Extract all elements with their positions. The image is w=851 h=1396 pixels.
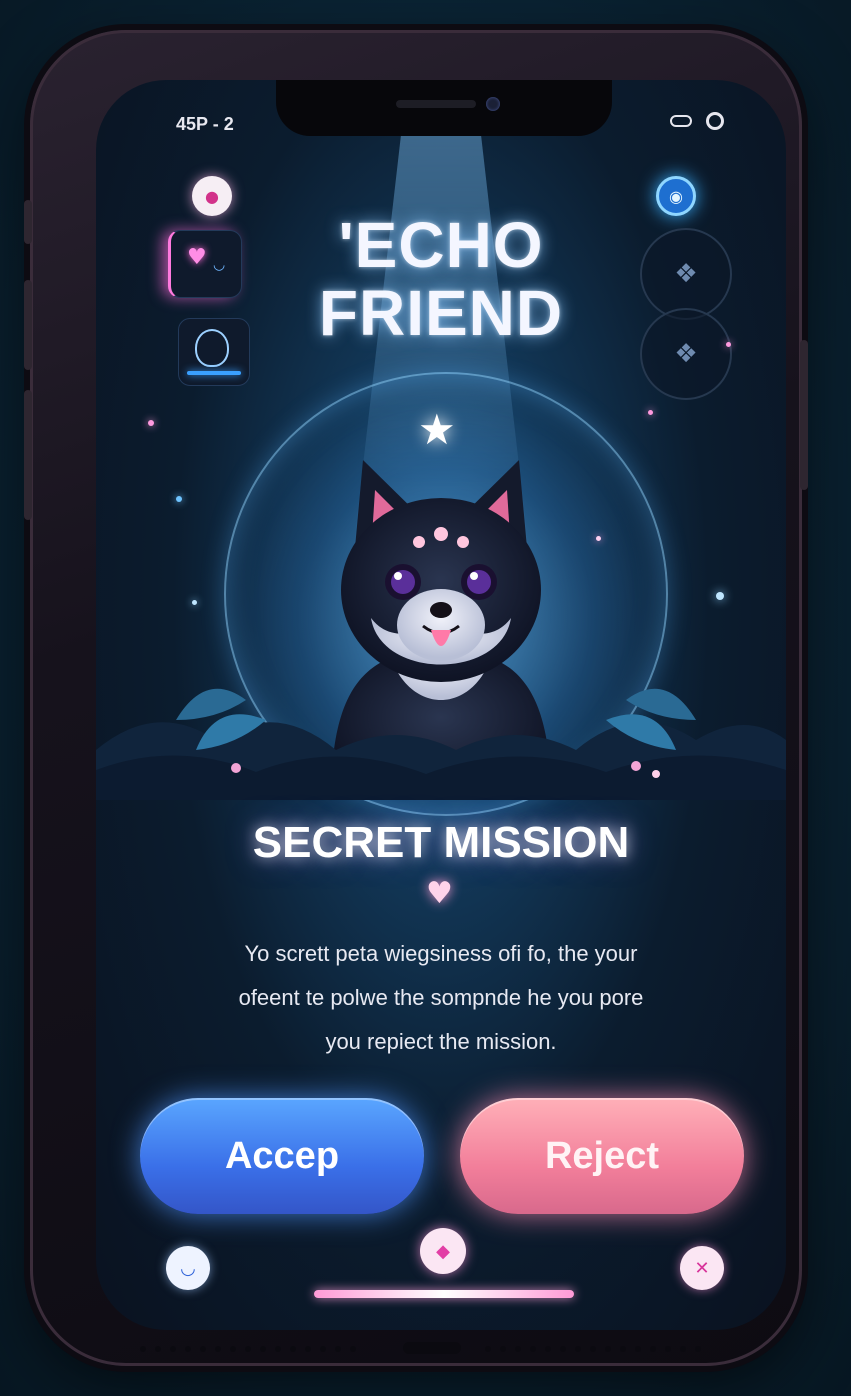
heart-icon: ♥	[426, 876, 453, 911]
power-button	[800, 340, 808, 490]
accept-button[interactable]: Accep	[140, 1098, 424, 1214]
progress-bar	[187, 371, 241, 375]
charging-port	[403, 1342, 461, 1354]
profile-icon: ●	[205, 186, 219, 206]
close-nav-button[interactable]: ✕	[680, 1246, 724, 1290]
volume-down-button	[24, 390, 32, 520]
front-camera	[486, 97, 500, 111]
silent-switch	[24, 200, 32, 244]
battery-icon	[670, 115, 692, 127]
notch	[276, 80, 612, 136]
earpiece-speaker	[396, 100, 476, 108]
close-icon: ✕	[694, 1257, 710, 1279]
sparkle	[726, 342, 731, 347]
mission-title: SECRET MISSION	[252, 818, 630, 867]
mission-description-line1: Yo scrett peta wiegsiness ofi fo, the yo…	[244, 941, 638, 966]
chat-nav-button[interactable]: ◆	[420, 1228, 466, 1274]
speaker-grill-right	[485, 1346, 701, 1352]
app-title-line1: 'ECHO	[338, 209, 544, 281]
app-screen: 45P - 2 ● ◉ ♥ ◡ ❖ ❖ 'ECHO FRIEND ★ SECRE…	[96, 80, 786, 1330]
notification-icon: ◉	[669, 186, 683, 206]
home-nav-button[interactable]: ◡	[166, 1246, 210, 1290]
reject-button[interactable]: Reject	[460, 1098, 744, 1214]
sparkle	[192, 600, 197, 605]
phone-frame: 45P - 2 ● ◉ ♥ ◡ ❖ ❖ 'ECHO FRIEND ★ SECRE…	[24, 30, 808, 1366]
sparkle	[596, 536, 601, 541]
chat-icon: ◆	[436, 1240, 450, 1262]
mission-description-line3: you repiect the mission.	[325, 1029, 557, 1054]
mission-description-line2: ofeent te polwe the sompnde he you pore	[238, 985, 644, 1010]
speaker-grill-left	[140, 1346, 356, 1352]
status-icons	[670, 112, 724, 130]
sparkle	[716, 592, 724, 600]
sparkle	[148, 420, 154, 426]
home-indicator[interactable]	[314, 1290, 574, 1298]
sparkle	[176, 496, 182, 502]
volume-up-button	[24, 280, 32, 370]
status-time: 45P - 2	[176, 114, 234, 134]
app-title-line2: FRIEND	[318, 277, 564, 349]
foliage-decoration	[96, 688, 786, 800]
smile-icon: ◡	[180, 1257, 196, 1279]
settings-ring-icon	[706, 112, 724, 130]
sparkle	[648, 410, 653, 415]
